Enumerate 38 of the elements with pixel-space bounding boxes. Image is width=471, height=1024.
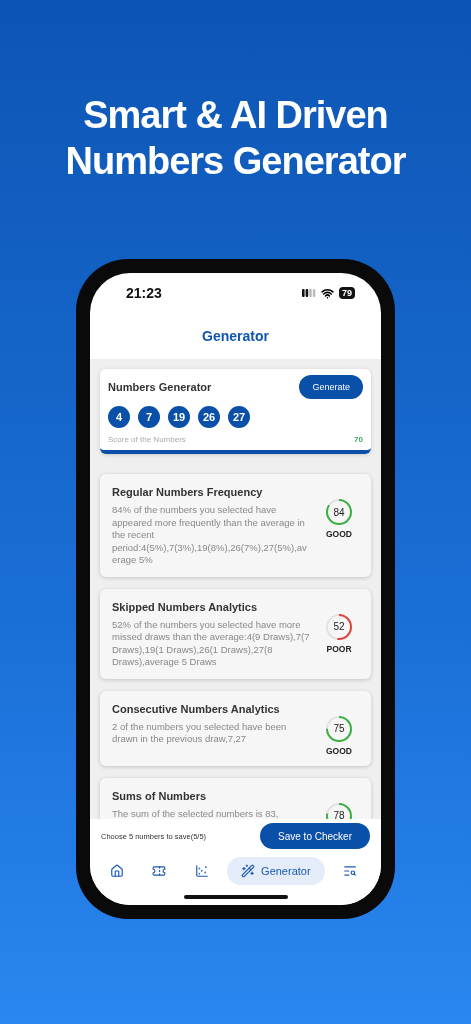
card-description: 84% of the numbers you selected have appeared more frequently than the average in the recent period:4(5%),7(3%),19(8%),26(7%),27(5%),average 5% — [112, 504, 308, 567]
signal-icon — [302, 288, 316, 298]
score-label: Score of the Numbers — [108, 435, 186, 444]
rating-label: GOOD — [326, 745, 352, 756]
number-ball: 19 — [168, 406, 190, 428]
rating-label: POOR — [326, 643, 352, 654]
headline: Numbers Generator — [65, 139, 406, 184]
magic-wand-icon — [241, 864, 256, 878]
home-icon — [110, 864, 124, 878]
card-title: Skipped Numbers Analytics — [112, 600, 259, 613]
score-value: 75 — [332, 722, 346, 736]
card-description: 2 of the numbers you selected have been drawn in the previous draw,7,27 — [112, 720, 288, 746]
nav-tab[interactable]: Generator — [227, 857, 325, 885]
list-search-icon — [342, 864, 357, 878]
score-value: 84 — [332, 505, 346, 520]
card-title: Regular Numbers Frequency — [112, 486, 264, 498]
screen-title: Generator — [202, 328, 269, 344]
headline: Smart & AI Driven — [83, 93, 388, 138]
rating-label: GOOD — [326, 529, 352, 539]
score-value: 70 — [354, 435, 363, 444]
status-time: 21:23 — [126, 285, 162, 301]
card-description: 52% of the numbers you selected have more missed draws than the average:4(9 Draws),7(7 Draws),19(1 Draws),26(1 Draws),27(8 Draws),average 5 Draws — [112, 618, 311, 669]
wifi-icon — [321, 286, 334, 300]
number-ball: 27 — [228, 406, 250, 428]
score-value: 52 — [332, 620, 346, 634]
chart-icon — [194, 864, 209, 878]
ticket-icon — [152, 864, 167, 878]
score-value: 78 — [332, 809, 346, 819]
number-ball: 4 — [108, 406, 130, 428]
number-ball: 7 — [138, 406, 160, 428]
card-title: Numbers Generator — [108, 381, 212, 393]
card-title: Consecutive Numbers Analytics — [112, 702, 281, 715]
number-ball: 26 — [198, 406, 220, 428]
card-description: The sum of the selected numbers is 83, — [112, 807, 280, 819]
generate-button[interactable]: Generate — [299, 375, 363, 399]
save-button[interactable]: Save to Checker — [260, 823, 370, 849]
battery-icon: 79 — [339, 287, 355, 299]
card-title: Sums of Numbers — [112, 789, 208, 802]
